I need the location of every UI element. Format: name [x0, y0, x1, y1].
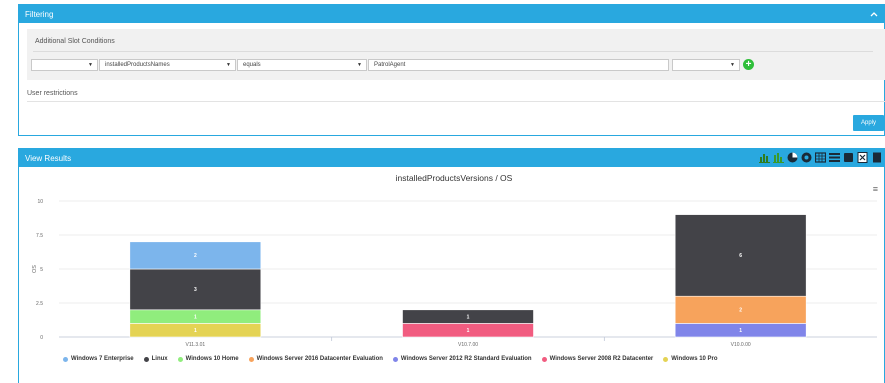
legend-label: Windows 7 Enterprise [71, 356, 134, 362]
data-label: 1 [194, 314, 197, 320]
chart-toolbar [759, 152, 882, 163]
legend-marker-icon [143, 356, 149, 362]
data-label: 6 [739, 253, 742, 259]
legend-label: Linux [151, 356, 168, 362]
legend-label: Windows 10 Pro [671, 356, 718, 362]
data-label: 1 [739, 328, 742, 334]
legend-item[interactable]: Windows Server 2016 Datacenter Evaluatio… [248, 356, 383, 362]
match-value-input[interactable]: PatrolAgent [368, 59, 669, 71]
y-tick-label: 0 [40, 335, 43, 341]
match-value: PatrolAgent [374, 62, 406, 68]
y-tick-label: 10 [37, 199, 43, 205]
legend-marker-icon [177, 356, 183, 362]
x-tick-label: V11.3.01 [186, 342, 206, 348]
add-condition-icon[interactable]: + [743, 59, 754, 70]
data-label: 3 [194, 287, 197, 293]
list-icon[interactable] [829, 152, 840, 163]
legend-label: Windows 10 Home [185, 356, 239, 362]
y-tick-label: 5 [40, 267, 43, 273]
apply-button[interactable]: Apply [853, 115, 884, 131]
bar-chart-icon[interactable] [759, 152, 770, 163]
more-icon[interactable] [871, 152, 882, 163]
x-tick-label: V10.0.00 [731, 342, 751, 348]
pie-icon[interactable] [787, 152, 798, 163]
legend-marker-icon [663, 356, 669, 362]
divider [27, 101, 885, 102]
legend-item[interactable]: Windows 10 Home [177, 356, 239, 362]
legend-item[interactable]: Windows Server 2008 R2 Datacenter [541, 356, 654, 362]
donut-icon[interactable] [801, 152, 812, 163]
stacked-bar-icon[interactable] [773, 152, 784, 163]
legend-item[interactable]: Windows Server 2012 R2 Standard Evaluati… [392, 356, 532, 362]
divider [33, 51, 873, 52]
data-label: 2 [194, 253, 197, 259]
legend-marker-icon [248, 356, 254, 362]
data-label: 1 [467, 314, 470, 320]
chart-menu-icon[interactable]: ≡ [873, 184, 878, 194]
user-restrictions-label: User restrictions [27, 90, 78, 97]
field-select[interactable]: installedProductsNames ▼ [99, 59, 236, 71]
condition-operator-select[interactable]: ▼ [31, 59, 98, 71]
chart-title: installedProductsVersions / OS [396, 173, 513, 183]
stacked-bar-chart: installedProductsVersions / OS 0 2.5 5 7.5 10… [32, 173, 877, 348]
results-header: View Results [19, 149, 884, 167]
y-axis-label: OS [32, 265, 38, 273]
y-tick-label: 2.5 [36, 301, 43, 307]
table-icon[interactable] [815, 152, 826, 163]
data-label: 1 [467, 328, 470, 334]
legend-item[interactable]: Windows 7 Enterprise [63, 356, 134, 362]
caret-down-icon: ▼ [226, 62, 231, 68]
x-tick-label: V10.7.00 [458, 342, 478, 348]
results-title: View Results [25, 153, 72, 163]
extra-select[interactable]: ▼ [672, 59, 740, 71]
caret-down-icon: ▼ [88, 62, 93, 68]
chart-legend: Windows 7 Enterprise Linux Windows 10 Home… [63, 356, 718, 362]
legend-marker-icon [392, 356, 398, 362]
caret-down-icon: ▼ [357, 62, 362, 68]
field-value: installedProductsNames [105, 62, 170, 68]
legend-label: Windows Server 2016 Datacenter Evaluatio… [256, 356, 383, 362]
caret-down-icon: ▼ [730, 62, 735, 68]
square-icon[interactable] [843, 152, 854, 163]
slot-conditions-title: Additional Slot Conditions [35, 38, 115, 45]
y-tick-label: 7.5 [36, 233, 43, 239]
filtering-panel: Filtering Additional Slot Conditions ▼ i… [18, 4, 885, 136]
data-label: 2 [739, 308, 742, 314]
legend-label: Windows Server 2012 R2 Standard Evaluati… [400, 356, 532, 362]
results-panel: View Results installedProductsVersions /… [18, 148, 885, 383]
chevron-up-icon[interactable] [870, 9, 880, 19]
operator-value: equals [243, 62, 261, 68]
filtering-title: Filtering [25, 9, 54, 19]
operator-select[interactable]: equals ▼ [237, 59, 367, 71]
legend-item[interactable]: Linux [143, 356, 168, 362]
filtering-header[interactable]: Filtering [19, 5, 884, 23]
data-label: 1 [194, 328, 197, 334]
legend-item[interactable]: Windows 10 Pro [663, 356, 718, 362]
slot-conditions-box: Additional Slot Conditions ▼ installedPr… [27, 29, 885, 80]
legend-label: Windows Server 2008 R2 Datacenter [549, 356, 654, 362]
legend-marker-icon [63, 356, 68, 362]
legend-marker-icon [541, 356, 547, 362]
export-icon[interactable] [857, 152, 868, 163]
